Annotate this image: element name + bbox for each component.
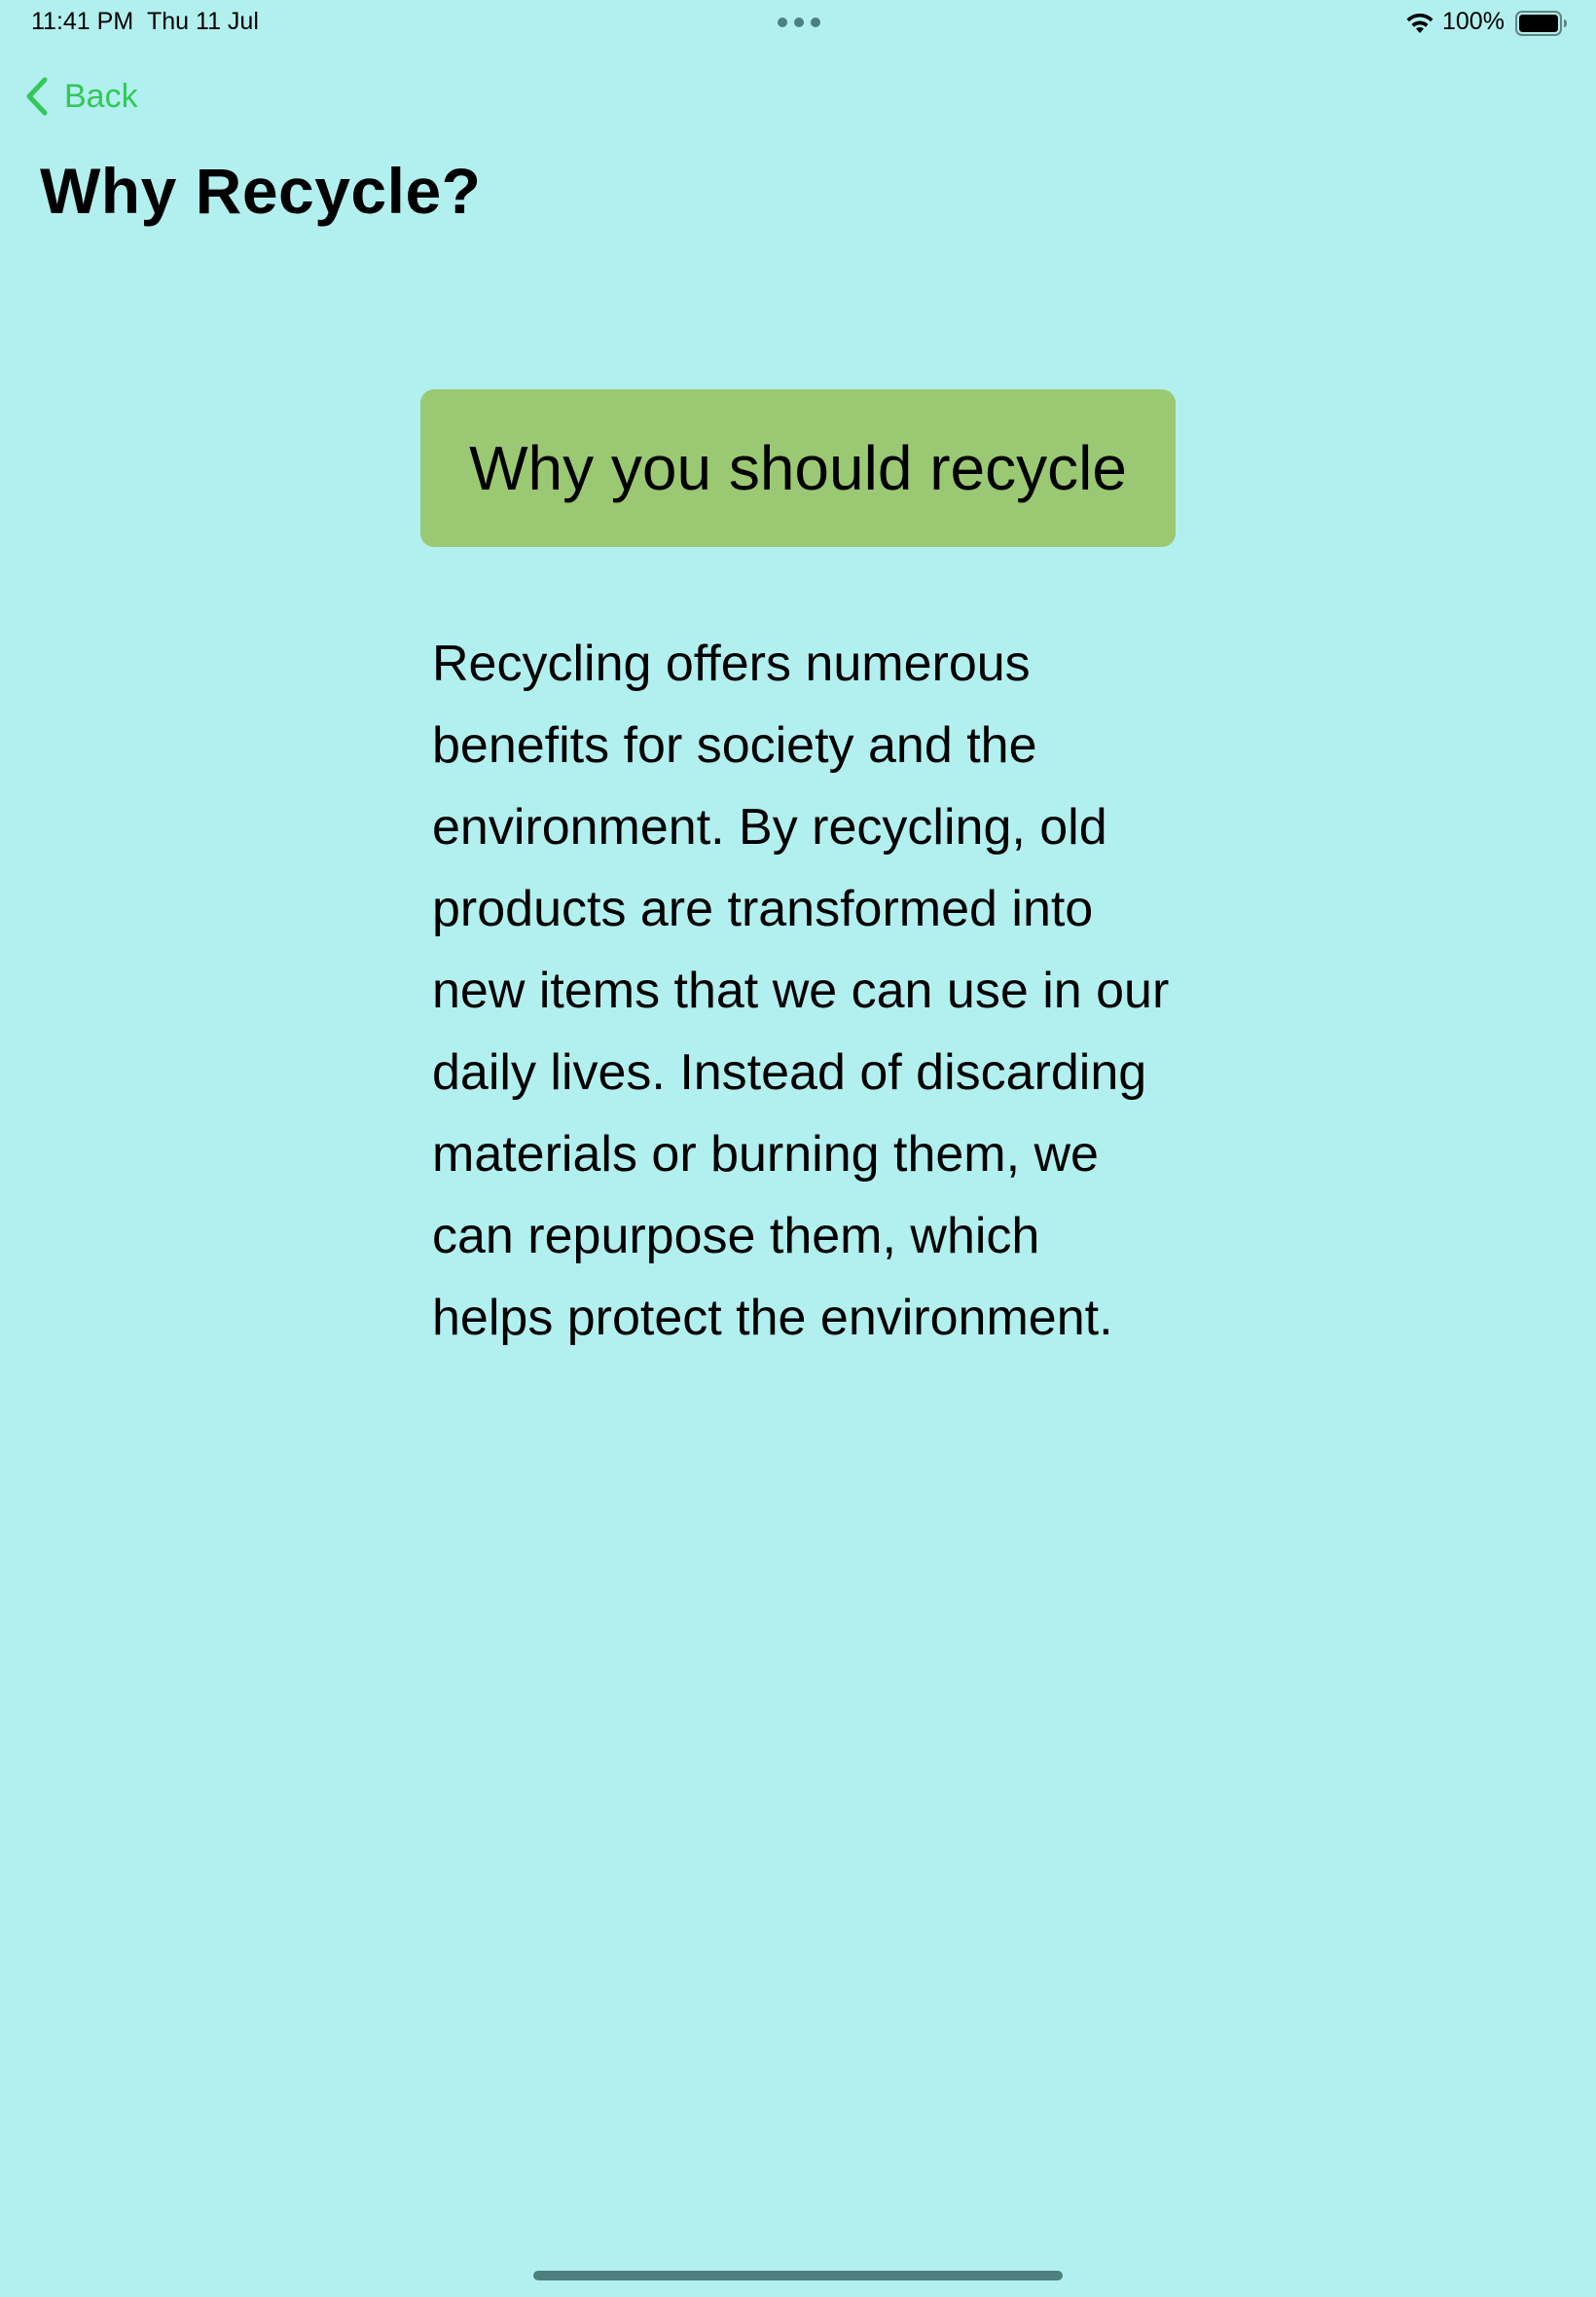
heading-card-text: Why you should recycle [469, 433, 1127, 503]
chevron-left-icon [26, 77, 48, 116]
back-button[interactable]: Back [23, 74, 138, 119]
home-indicator[interactable] [533, 2271, 1063, 2280]
battery-percent: 100% [1442, 8, 1505, 35]
status-time: 11:41 PM [31, 8, 134, 35]
heading-card: Why you should recycle [420, 389, 1176, 547]
status-date: Thu 11 Jul [147, 8, 259, 35]
body-text: Recycling offers numerous benefits for s… [432, 636, 1170, 1346]
more-dots-icon[interactable] [778, 18, 820, 27]
battery-icon [1515, 11, 1567, 36]
wifi-icon [1406, 13, 1433, 33]
status-bar: 11:41 PM Thu 11 Jul 100% [0, 0, 1596, 47]
back-label: Back [64, 77, 138, 115]
page-title: Why Recycle? [40, 155, 482, 227]
